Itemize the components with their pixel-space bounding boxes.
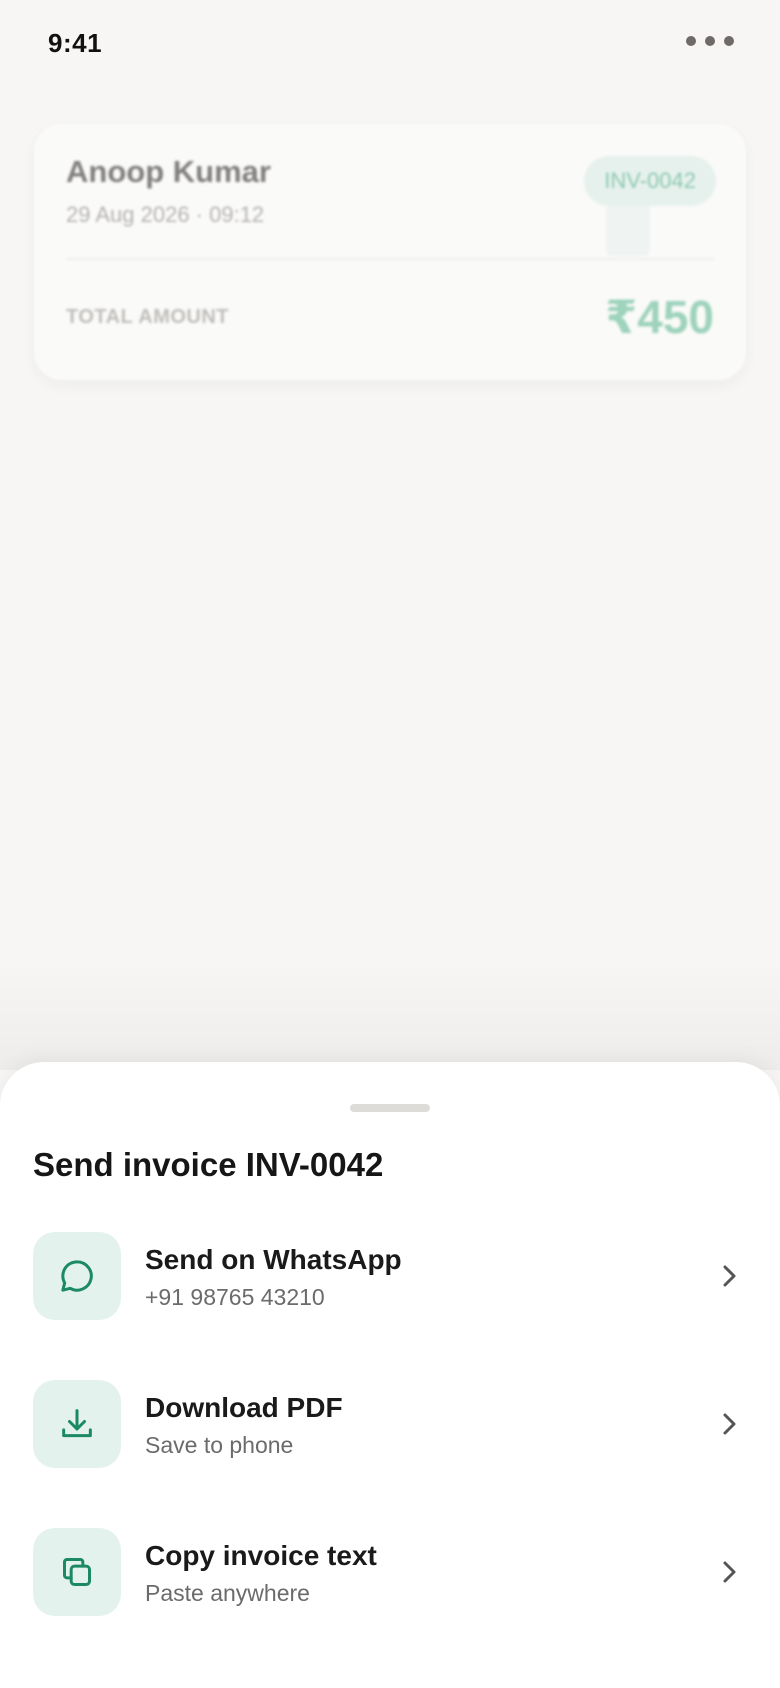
sheet-backdrop[interactable] (0, 960, 780, 1070)
option-title: Download PDF (145, 1392, 343, 1423)
invoice-date: 29 Aug 2026 · 09:12 (66, 202, 265, 227)
copy-text-option[interactable]: Copy invoice text Paste anywhere (33, 1528, 745, 1616)
option-title: Copy invoice text (145, 1540, 377, 1571)
more-options-icon[interactable] (686, 36, 734, 46)
status-time: 9:41 (48, 28, 103, 58)
option-subtitle: Save to phone (145, 1432, 294, 1458)
invoice-badge: INV-0042 (584, 156, 716, 206)
sheet-title: Send invoice INV-0042 (33, 1146, 384, 1183)
send-invoice-sheet: Send invoice INV-0042 Send on WhatsApp +… (0, 1062, 780, 1688)
customer-name: Anoop Kumar (66, 154, 271, 189)
option-title: Send on WhatsApp (145, 1244, 402, 1275)
download-pdf-option[interactable]: Download PDF Save to phone (33, 1380, 745, 1468)
chevron-right-icon (713, 1260, 745, 1292)
badge-tail (606, 204, 650, 256)
option-subtitle: +91 98765 43210 (145, 1284, 325, 1310)
whatsapp-option[interactable]: Send on WhatsApp +91 98765 43210 (33, 1232, 745, 1320)
chevron-right-icon (713, 1408, 745, 1440)
total-amount: ₹450 (605, 291, 714, 343)
chat-bubble-icon (33, 1232, 121, 1320)
card-divider (66, 258, 714, 260)
sheet-handle[interactable] (350, 1104, 430, 1112)
total-label: TOTAL AMOUNT (66, 306, 230, 328)
chevron-right-icon (713, 1556, 745, 1588)
invoice-card: Anoop Kumar 29 Aug 2026 · 09:12 INV-0042… (34, 124, 746, 380)
copy-icon (33, 1528, 121, 1616)
option-subtitle: Paste anywhere (145, 1580, 310, 1606)
download-icon (33, 1380, 121, 1468)
